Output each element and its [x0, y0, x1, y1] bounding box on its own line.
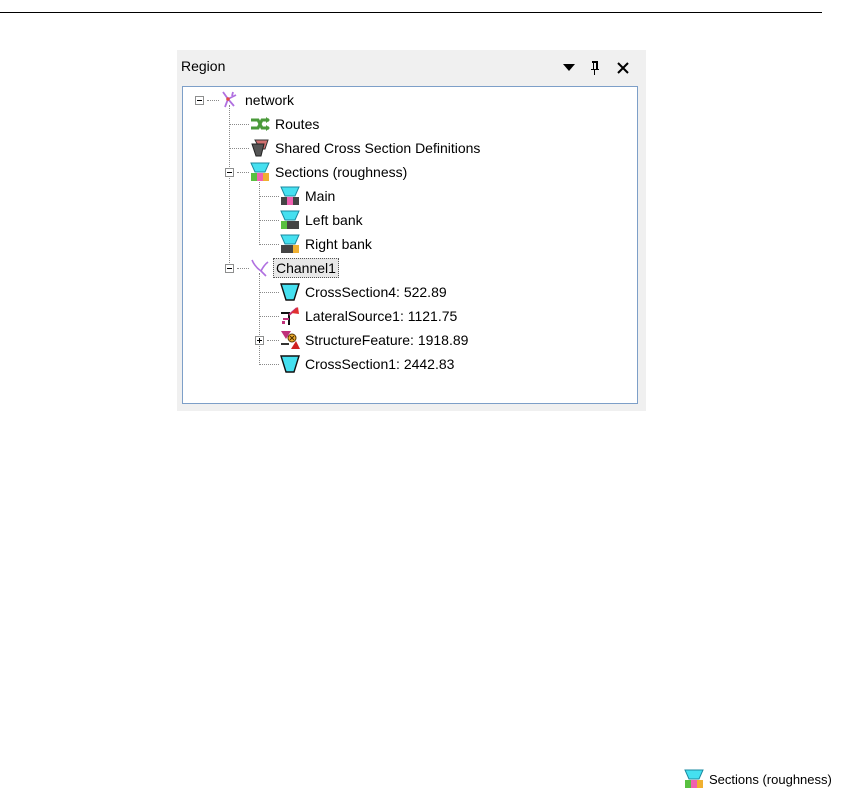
- sections-roughness-icon: [684, 769, 704, 788]
- tree-node-label: network: [245, 92, 295, 108]
- network-collapse-toggle[interactable]: [195, 96, 204, 105]
- tree-line: [259, 316, 279, 317]
- panel-close-button[interactable]: [614, 59, 632, 77]
- structure-feature-icon: [281, 331, 300, 349]
- tree-node-cross-section-4[interactable]: CrossSection4: 522.89: [279, 281, 449, 303]
- tree-line: [229, 105, 230, 267]
- tree-line: [207, 100, 219, 101]
- top-rule: [0, 12, 822, 13]
- structure-expand-toggle[interactable]: [255, 336, 264, 345]
- tree-node-label: Right bank: [305, 236, 372, 252]
- tree-line: [259, 196, 279, 197]
- tree-line: [259, 220, 279, 221]
- sections-roughness-icon: [250, 162, 270, 181]
- panel-title: Region: [181, 58, 226, 74]
- tree-line: [259, 364, 279, 365]
- channel-icon: [251, 259, 269, 277]
- pin-icon: [591, 61, 599, 75]
- cross-section-icon: [280, 283, 300, 301]
- tree-line: [229, 148, 249, 149]
- tree-node-label: CrossSection4: 522.89: [305, 284, 447, 300]
- tree-line: [237, 268, 249, 269]
- sections-collapse-toggle[interactable]: [225, 168, 234, 177]
- tree-node-label: Left bank: [305, 212, 363, 228]
- close-icon: [617, 62, 629, 74]
- tree-node-channel1[interactable]: Channel1: [249, 257, 339, 279]
- tree-node-label: StructureFeature: 1918.89: [305, 332, 469, 348]
- tree-line: [237, 172, 249, 173]
- routes-icon: [251, 117, 270, 131]
- tree-node-network[interactable]: network: [219, 89, 296, 111]
- tree-node-label: CrossSection1: 2442.83: [305, 356, 455, 372]
- tree-node-cross-section-1[interactable]: CrossSection1: 2442.83: [279, 353, 456, 375]
- sections-roughness-legend: Sections (roughness): [683, 768, 832, 790]
- legend-label: Sections (roughness): [709, 771, 832, 787]
- tree-line: [259, 292, 279, 293]
- tree-node-lateral-source-1[interactable]: LateralSource1: 1121.75: [279, 305, 459, 327]
- tree-node-left-bank[interactable]: Left bank: [279, 209, 365, 231]
- tree-line: [229, 124, 249, 125]
- panel-pin-button[interactable]: [587, 59, 603, 77]
- tree-node-sections-roughness[interactable]: Sections (roughness): [249, 161, 409, 183]
- triangle-down-icon: [563, 64, 575, 71]
- tree-node-right-bank[interactable]: Right bank: [279, 233, 374, 255]
- cross-section-icon: [280, 355, 300, 373]
- tree-node-label: Sections (roughness): [275, 164, 408, 180]
- section-left-bank-icon: [280, 210, 300, 229]
- channel1-collapse-toggle[interactable]: [225, 264, 234, 273]
- tree-line: [259, 177, 260, 243]
- tree-node-label: Main: [305, 188, 336, 204]
- tree-node-label: Shared Cross Section Definitions: [275, 140, 481, 156]
- tree-node-label: Channel1: [273, 258, 339, 278]
- panel-dropdown-button[interactable]: [560, 59, 578, 77]
- tree-line: [267, 340, 279, 341]
- tree-node-label: Routes: [275, 116, 320, 132]
- tree-node-shared-cross-sections[interactable]: Shared Cross Section Definitions: [249, 137, 482, 159]
- network-icon: [222, 91, 237, 108]
- section-right-bank-icon: [280, 234, 300, 253]
- region-tree[interactable]: network Routes Shared Cross Section Defi…: [182, 86, 638, 404]
- region-panel: Region network Routes Shared Cross Secti…: [177, 50, 646, 411]
- tree-node-label: LateralSource1: 1121.75: [305, 308, 458, 324]
- tree-node-main[interactable]: Main: [279, 185, 337, 207]
- section-main-icon: [280, 186, 300, 205]
- shared-cross-section-icon: [251, 139, 269, 157]
- tree-line: [259, 244, 279, 245]
- tree-node-structure-feature[interactable]: StructureFeature: 1918.89: [279, 329, 470, 351]
- tree-node-routes[interactable]: Routes: [249, 113, 321, 135]
- lateral-source-icon: [281, 307, 299, 325]
- tree-line: [259, 273, 260, 363]
